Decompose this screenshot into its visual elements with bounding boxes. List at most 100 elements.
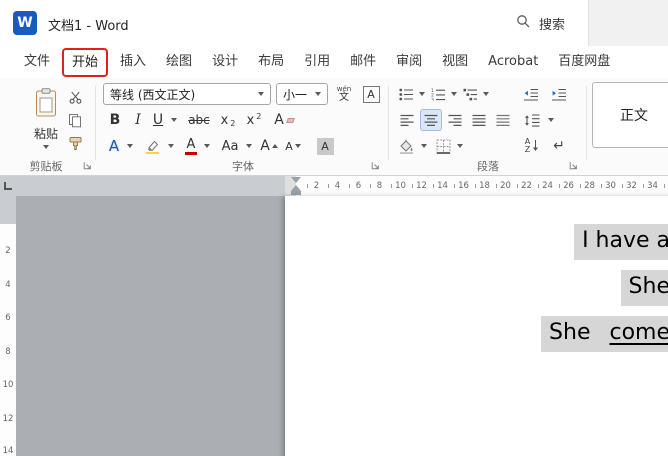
align-center-button[interactable]	[420, 109, 442, 131]
tab-view[interactable]: 视图	[432, 46, 478, 78]
line-spacing-button[interactable]	[520, 109, 544, 131]
character-border-button[interactable]: A	[359, 83, 383, 105]
caret-up-icon	[271, 144, 278, 148]
selected-text[interactable]: She	[541, 316, 610, 352]
paint-bucket-icon	[400, 139, 413, 154]
clipboard-dialog-launcher-icon[interactable]	[82, 160, 92, 170]
selected-underlined-text[interactable]: come	[609, 316, 668, 352]
multilevel-chevron[interactable]	[480, 83, 491, 105]
text-highlight-button[interactable]	[140, 135, 164, 157]
cut-button[interactable]	[62, 86, 88, 108]
multilevel-list-icon	[463, 88, 477, 100]
highlight-color-chevron[interactable]	[165, 135, 176, 157]
italic-button[interactable]: I	[128, 109, 148, 131]
align-left-button[interactable]	[396, 109, 418, 131]
tab-home[interactable]: 开始	[62, 47, 109, 77]
justify-button[interactable]	[468, 109, 490, 131]
underline-button[interactable]: U	[148, 109, 168, 131]
superscript-button[interactable]: x2	[242, 109, 266, 131]
word-app-icon[interactable]: W	[13, 11, 37, 35]
subscript-button[interactable]: x2	[216, 109, 240, 131]
distribute-icon	[496, 114, 510, 126]
tab-stop-icon	[4, 182, 12, 190]
text-effects-button[interactable]: A	[104, 135, 124, 157]
character-border-icon: A	[362, 85, 380, 103]
change-case-button[interactable]: Aa	[217, 135, 243, 157]
shading-chevron[interactable]	[418, 135, 429, 157]
line-spacing-chevron[interactable]	[545, 109, 556, 131]
tab-draw[interactable]: 绘图	[156, 46, 202, 78]
tab-acrobat[interactable]: Acrobat	[478, 46, 548, 78]
format-painter-icon	[69, 136, 81, 150]
copy-icon	[69, 113, 81, 127]
tab-review[interactable]: 审阅	[386, 46, 432, 78]
titlebar: W 文档1 - Word 搜索	[0, 0, 668, 46]
bullets-chevron[interactable]	[416, 83, 427, 105]
character-shading-button[interactable]: A	[312, 135, 338, 157]
selected-text[interactable]: She	[620, 270, 668, 306]
tab-layout[interactable]: 布局	[248, 46, 294, 78]
first-line-indent-marker[interactable]	[291, 177, 301, 183]
search-icon	[516, 14, 530, 32]
sort-arrow-icon	[533, 140, 539, 151]
tab-design[interactable]: 设计	[202, 46, 248, 78]
paragraph-group-label: 段落	[477, 160, 499, 173]
bold-button[interactable]: B	[104, 109, 126, 131]
eraser-icon	[285, 117, 295, 123]
paragraph-dialog-launcher-icon[interactable]	[568, 160, 578, 170]
sort-az-icon: A Z	[524, 137, 531, 154]
font-color-button[interactable]: A	[181, 135, 201, 157]
multilevel-list-button[interactable]	[460, 83, 480, 105]
document-line[interactable]: She	[285, 270, 668, 306]
clear-formatting-button[interactable]: A	[270, 109, 298, 131]
phonetic-guide-button[interactable]: wén 文	[331, 83, 357, 105]
font-size-combo[interactable]: 小一	[276, 83, 328, 105]
copy-button[interactable]	[62, 109, 88, 131]
numbering-chevron[interactable]	[448, 83, 459, 105]
style-normal[interactable]: 正文	[620, 105, 648, 125]
decrease-indent-button[interactable]	[520, 83, 542, 105]
left-indent-marker[interactable]	[291, 191, 301, 195]
justify-icon	[472, 114, 486, 126]
numbering-button[interactable]: 123	[428, 83, 448, 105]
font-name-combo[interactable]: 等线 (西文正文)	[103, 83, 271, 105]
distribute-button[interactable]	[492, 109, 514, 131]
borders-button[interactable]	[432, 135, 454, 157]
strikethrough-button[interactable]: abc	[184, 109, 214, 131]
dropdown-chevron-icon	[315, 92, 321, 96]
tab-references[interactable]: 引用	[294, 46, 340, 78]
font-color-icon: A	[185, 138, 197, 155]
change-case-chevron[interactable]	[243, 135, 254, 157]
align-left-icon	[400, 114, 414, 126]
shrink-font-button[interactable]: A	[282, 135, 304, 157]
show-marks-button[interactable]: ↵	[548, 135, 570, 157]
tab-stop-selector[interactable]	[0, 176, 16, 196]
increase-indent-icon	[552, 88, 566, 101]
tab-baidu-netdisk[interactable]: 百度网盘	[548, 46, 620, 78]
borders-chevron[interactable]	[454, 135, 465, 157]
font-dialog-launcher-icon[interactable]	[370, 160, 380, 170]
shading-button[interactable]	[396, 135, 418, 157]
tab-file[interactable]: 文件	[14, 46, 60, 78]
increase-indent-button[interactable]	[548, 83, 570, 105]
group-divider	[95, 86, 96, 160]
align-right-button[interactable]	[444, 109, 466, 131]
styles-gallery[interactable]: 正文	[592, 82, 668, 148]
document-line[interactable]: I have a	[285, 224, 668, 260]
grow-font-button[interactable]: A	[258, 135, 280, 157]
text-effects-chevron[interactable]	[124, 135, 135, 157]
word-window: W 文档1 - Word 搜索 文件 开始 插入 绘图 设计 布局 引用 邮件 …	[0, 0, 668, 456]
tab-mailings[interactable]: 邮件	[340, 46, 386, 78]
document-line[interactable]: She come	[285, 316, 668, 352]
underline-options-chevron[interactable]	[168, 109, 179, 131]
bullets-button[interactable]	[396, 83, 416, 105]
numbered-list-icon: 123	[431, 88, 445, 101]
tab-insert[interactable]: 插入	[110, 46, 156, 78]
ribbon-tab-bar: 文件 开始 插入 绘图 设计 布局 引用 邮件 审阅 视图 Acrobat 百度…	[0, 46, 668, 78]
sort-button[interactable]: A Z	[520, 135, 544, 157]
search-box[interactable]: 搜索	[506, 9, 586, 37]
format-painter-button[interactable]	[62, 132, 88, 154]
font-color-chevron[interactable]	[201, 135, 212, 157]
selected-text[interactable]: I have a	[574, 224, 668, 260]
bullet-list-icon	[398, 88, 413, 100]
